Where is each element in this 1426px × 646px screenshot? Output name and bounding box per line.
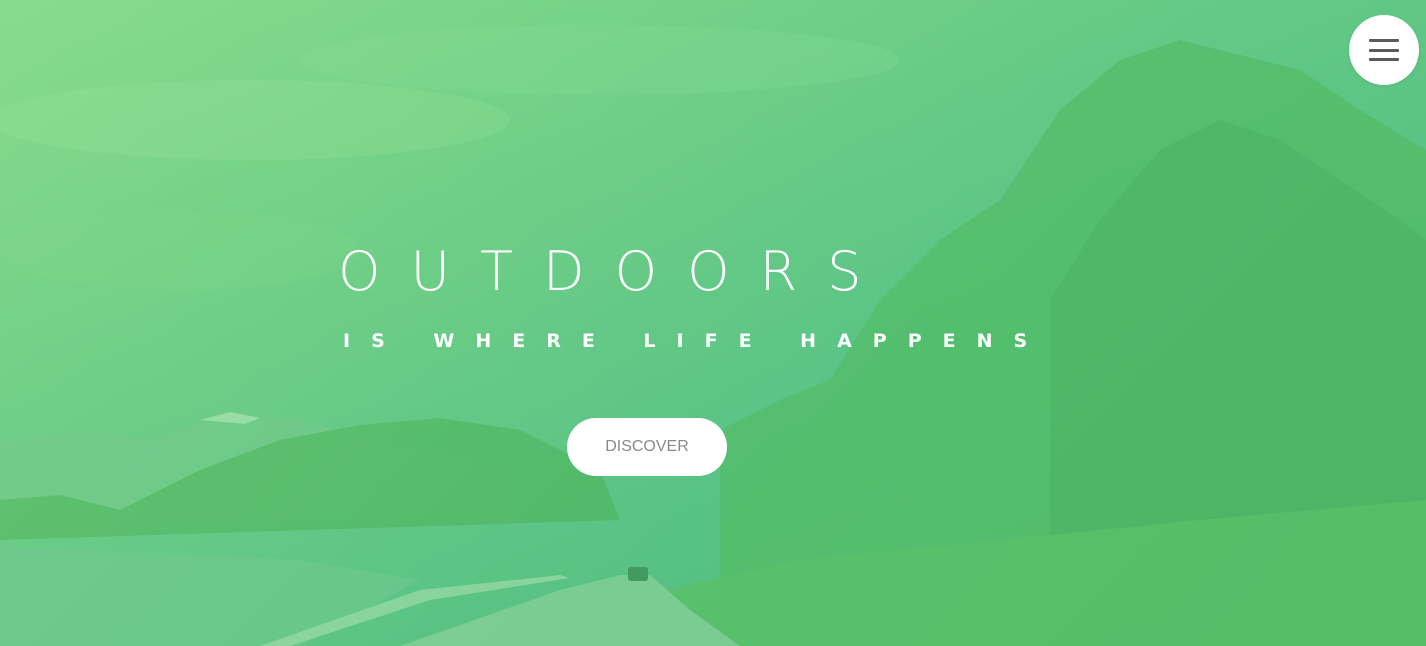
menu-icon-bar: [1369, 58, 1399, 61]
hero-subtitle: IS WHERE LIFE HAPPENS: [343, 330, 1049, 352]
hamburger-menu-icon: [1369, 39, 1399, 61]
menu-button[interactable]: [1349, 15, 1419, 85]
discover-button[interactable]: DISCOVER: [567, 418, 727, 476]
color-overlay: [0, 0, 1426, 646]
menu-icon-bar: [1369, 48, 1399, 52]
menu-icon-bar: [1369, 39, 1399, 42]
hero-title: OUTDOORS: [338, 240, 892, 303]
hero-section: OUTDOORS IS WHERE LIFE HAPPENS DISCOVER: [0, 0, 1426, 646]
